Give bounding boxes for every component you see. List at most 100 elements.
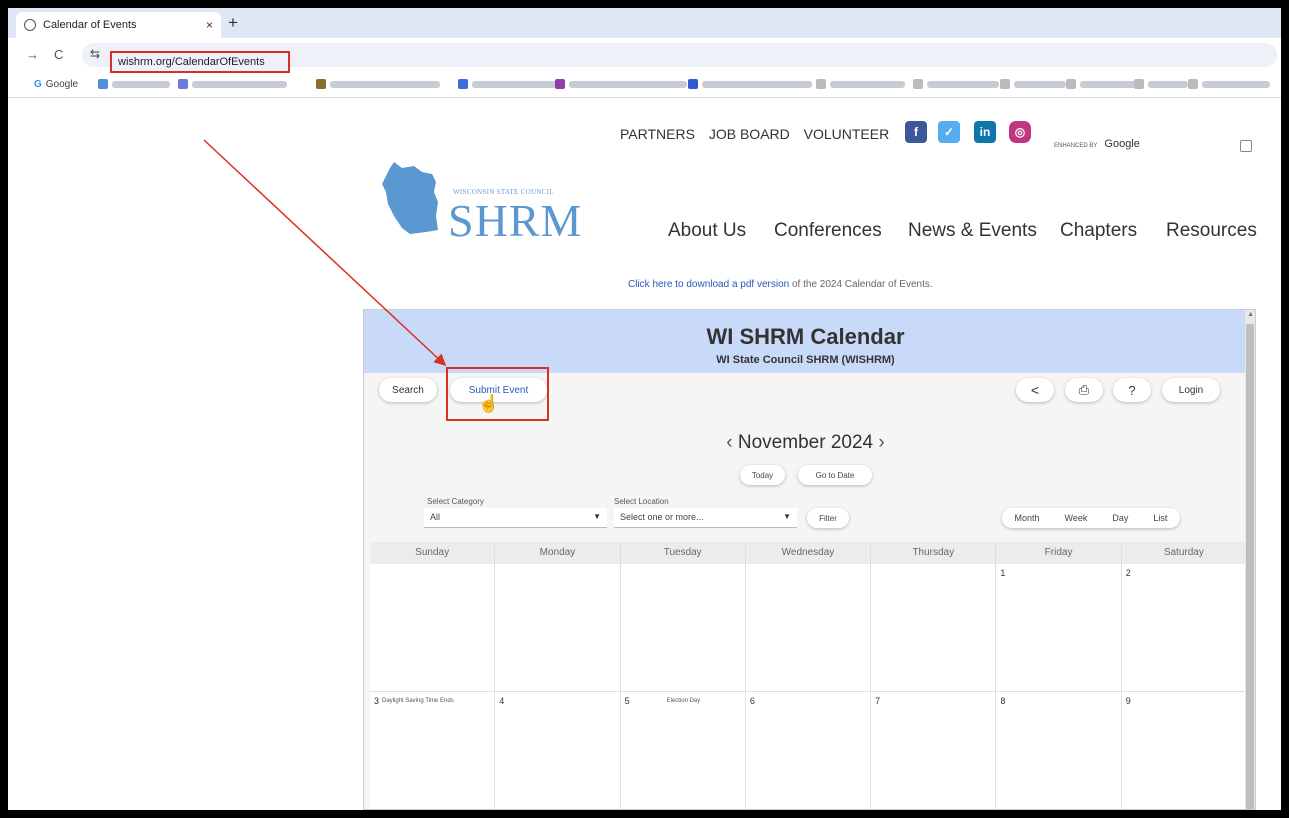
calendar-title: WI SHRM Calendar — [706, 324, 905, 349]
week-row: 1 2 — [370, 564, 1247, 692]
calendar-scrollbar[interactable]: ▲ — [1245, 310, 1255, 809]
new-tab-button[interactable]: + — [228, 13, 238, 33]
logo-shrm[interactable]: SHRM — [448, 194, 582, 247]
linkedin-icon[interactable]: in — [974, 121, 996, 143]
bookmark-item[interactable] — [316, 79, 440, 89]
bookmarks-bar: G Google — [8, 74, 1281, 98]
dow-thursday: Thursday — [871, 542, 997, 564]
prev-month-icon[interactable]: ‹ — [726, 432, 732, 453]
day-cell[interactable]: 5 Election Day — [621, 692, 746, 809]
bookmark-item[interactable] — [98, 79, 170, 89]
day-cell[interactable]: 2 — [1121, 564, 1247, 692]
day-cell[interactable]: 9 — [1122, 692, 1247, 809]
site-settings-icon[interactable]: ⇆ — [90, 47, 100, 61]
login-button[interactable]: Login — [1162, 378, 1220, 402]
browser-tab[interactable]: Calendar of Events × — [16, 12, 221, 38]
day-cell[interactable] — [871, 564, 997, 692]
dow-friday: Friday — [996, 542, 1122, 564]
day-cell[interactable]: 7 — [871, 692, 997, 809]
wisconsin-map-logo-icon[interactable] — [380, 158, 446, 238]
category-select[interactable]: All ▼ — [424, 508, 607, 528]
bookmark-folder[interactable] — [1134, 79, 1188, 89]
view-week[interactable]: Week — [1065, 513, 1088, 523]
view-list[interactable]: List — [1153, 513, 1167, 523]
calendar-header: WI SHRM Calendar WI State Council SHRM (… — [364, 310, 1247, 373]
location-select[interactable]: Select one or more... ▼ — [614, 508, 797, 528]
search-submit-icon[interactable] — [1240, 140, 1252, 152]
month-label: November 2024 — [737, 432, 874, 453]
dow-tuesday: Tuesday — [621, 542, 746, 564]
dropdown-caret-icon: ▼ — [593, 512, 601, 521]
bookmark-item[interactable] — [178, 79, 287, 89]
nav-resources[interactable]: Resources — [1166, 220, 1257, 242]
day-cell[interactable] — [620, 564, 746, 692]
dropdown-caret-icon: ▼ — [783, 512, 791, 521]
day-cell[interactable]: 3 Daylight Saving Time Ends — [370, 692, 496, 809]
globe-icon — [24, 19, 36, 31]
google-search-box[interactable]: ENHANCED BY Google — [1054, 138, 1264, 160]
scroll-thumb[interactable] — [1246, 324, 1254, 809]
dow-saturday: Saturday — [1122, 542, 1247, 564]
print-icon[interactable]: ⎙ — [1065, 378, 1103, 402]
bookmark-item[interactable] — [688, 79, 812, 89]
pdf-download-link[interactable]: Click here to download a pdf version — [628, 279, 789, 290]
bookmark-folder[interactable] — [1188, 79, 1270, 89]
next-month-icon[interactable]: › — [878, 432, 884, 453]
go-to-date-button[interactable]: Go to Date — [798, 465, 872, 485]
bookmark-item[interactable] — [555, 79, 687, 89]
forward-arrow-icon[interactable]: → — [26, 47, 39, 62]
scroll-up-icon[interactable]: ▲ — [1247, 311, 1254, 318]
bookmark-item[interactable] — [458, 79, 557, 89]
view-month[interactable]: Month — [1015, 513, 1040, 523]
site-top-links: PARTNERS JOB BOARD VOLUNTEER — [620, 126, 899, 142]
week-row: 3 Daylight Saving Time Ends 4 5 Election… — [370, 692, 1247, 809]
screenshot-frame: Calendar of Events × + → C ⇆ G Google wi… — [8, 8, 1281, 810]
category-label: Select Category — [427, 497, 484, 506]
location-label: Select Location — [614, 497, 669, 506]
partners-link[interactable]: PARTNERS — [620, 126, 695, 142]
nav-chapters[interactable]: Chapters — [1060, 220, 1137, 242]
dow-wednesday: Wednesday — [746, 542, 872, 564]
twitter-icon[interactable]: ✓ — [938, 121, 960, 143]
bookmark-folder[interactable] — [1000, 79, 1066, 89]
share-icon[interactable]: < — [1016, 378, 1054, 402]
bookmark-google[interactable]: G Google — [34, 79, 78, 90]
nav-about-us[interactable]: About Us — [668, 220, 746, 242]
instagram-icon[interactable]: ◎ — [1009, 121, 1031, 143]
day-cell[interactable]: 4 — [495, 692, 621, 809]
url-text-highlight[interactable]: wishrm.org/CalendarOfEvents — [110, 51, 290, 73]
day-cell[interactable] — [745, 564, 872, 692]
google-icon: G — [34, 79, 42, 90]
day-cell[interactable]: 8 — [996, 692, 1122, 809]
day-cell[interactable] — [370, 564, 496, 692]
volunteer-link[interactable]: VOLUNTEER — [804, 126, 890, 142]
view-day[interactable]: Day — [1112, 513, 1128, 523]
bookmark-folder[interactable] — [913, 79, 999, 89]
tab-title: Calendar of Events — [43, 19, 137, 31]
pdf-download-line: Click here to download a pdf version of … — [628, 279, 933, 290]
reload-icon[interactable]: C — [54, 47, 63, 62]
filter-button[interactable]: Filter — [807, 508, 849, 528]
google-label: Google — [1104, 138, 1140, 150]
nav-conferences[interactable]: Conferences — [774, 220, 882, 242]
bookmark-folder[interactable] — [816, 79, 905, 89]
dow-monday: Monday — [495, 542, 621, 564]
day-cell[interactable] — [495, 564, 621, 692]
help-icon[interactable]: ? — [1113, 378, 1151, 402]
event-election-day[interactable]: Election Day — [667, 698, 701, 704]
month-navigation: ‹ November 2024 › — [364, 432, 1247, 454]
day-cell[interactable]: 1 — [996, 564, 1122, 692]
nav-news-events[interactable]: News & Events — [908, 220, 1037, 242]
bookmark-folder[interactable] — [1066, 79, 1136, 89]
event-daylight-saving[interactable]: Daylight Saving Time Ends — [382, 698, 454, 704]
today-button[interactable]: Today — [740, 465, 785, 485]
day-cell[interactable]: 6 — [746, 692, 872, 809]
browser-tab-strip: Calendar of Events × + — [8, 8, 1281, 38]
job-board-link[interactable]: JOB BOARD — [709, 126, 790, 142]
month-grid: Sunday Monday Tuesday Wednesday Thursday… — [370, 542, 1247, 809]
close-tab-icon[interactable]: × — [206, 18, 213, 32]
facebook-icon[interactable]: f — [905, 121, 927, 143]
search-button[interactable]: Search — [379, 378, 437, 402]
view-toggle: Month Week Day List — [1002, 508, 1180, 528]
hand-cursor-icon: ☝ — [478, 394, 500, 413]
